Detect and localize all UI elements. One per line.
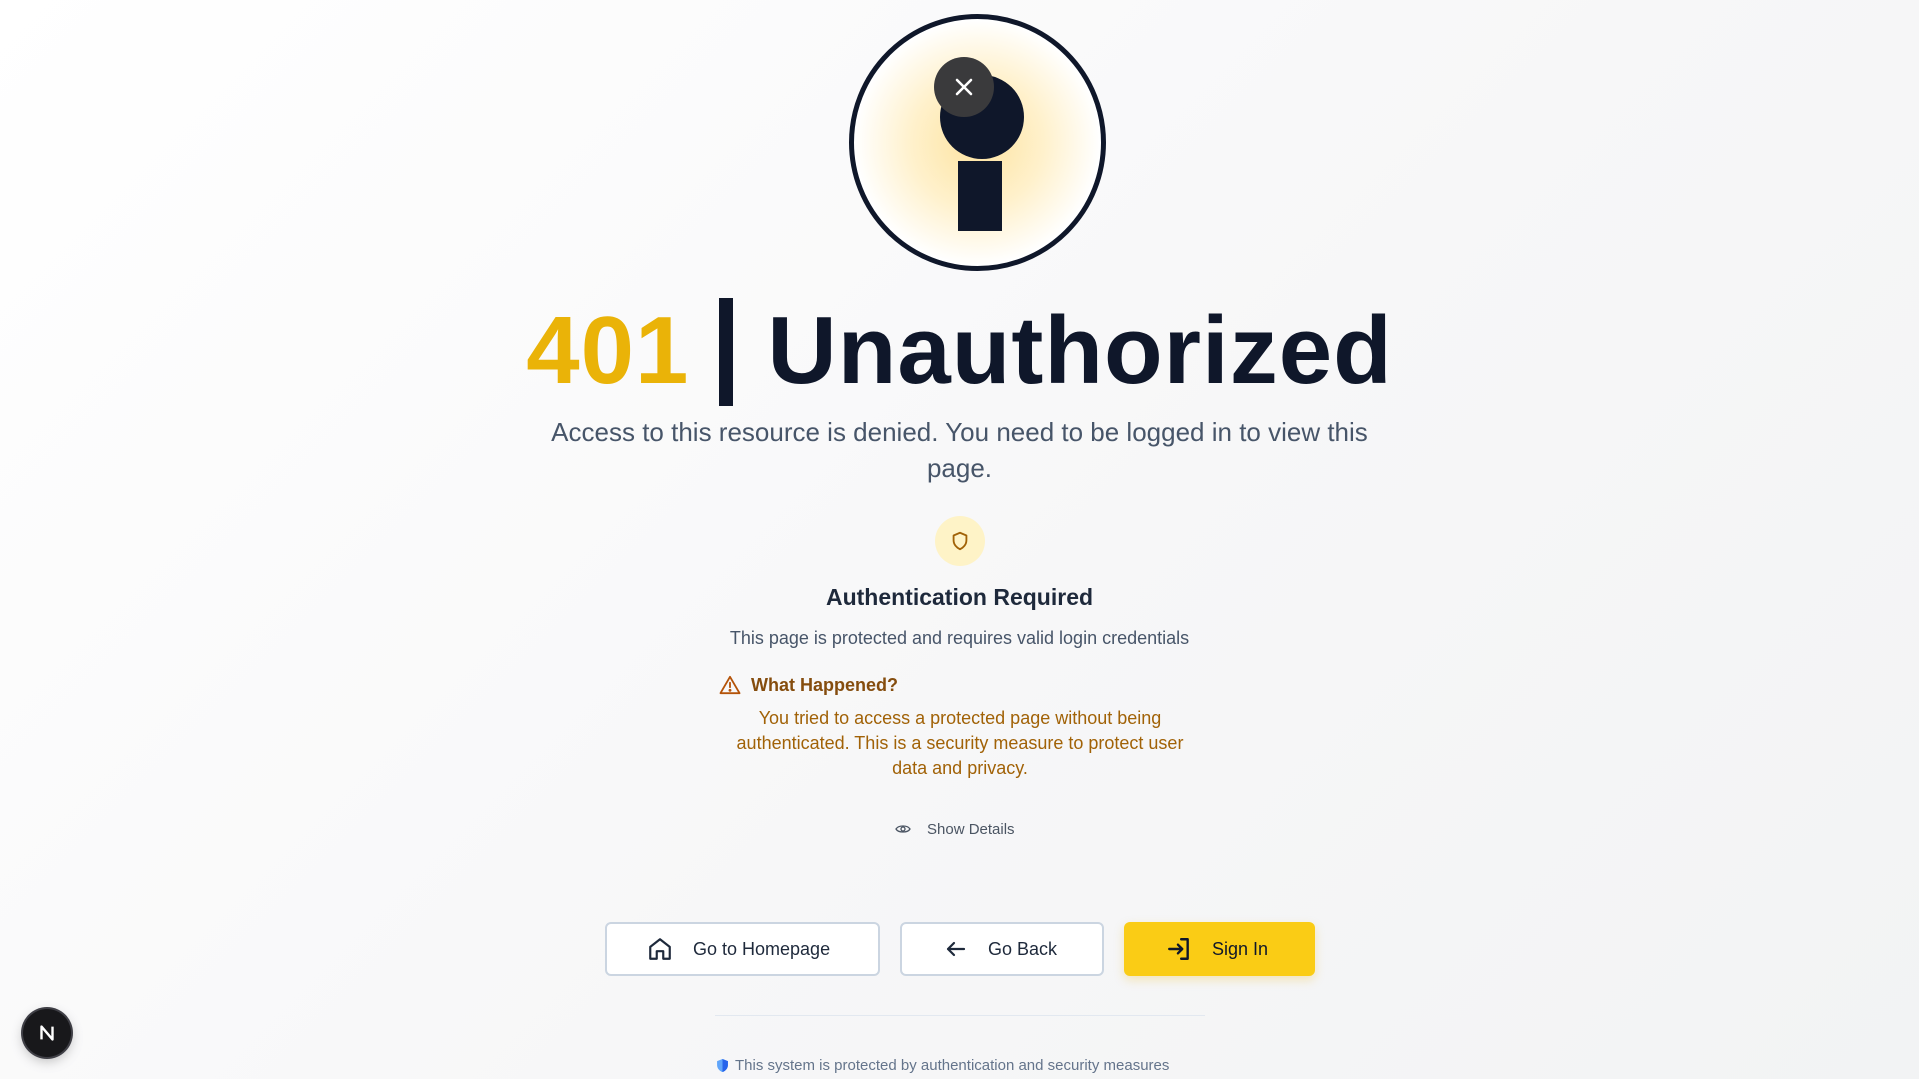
sign-in-button[interactable]: Sign In [1124,922,1315,976]
go-back-label: Go Back [988,938,1058,959]
page-title: 401 Unauthorized [0,296,1919,412]
unauthorized-page: 401 Unauthorized Access to this resource … [0,0,1919,1079]
arrow-left-icon [944,937,968,961]
auth-required-heading: Authentication Required [825,584,1094,610]
nextjs-logo-icon [40,1025,54,1041]
warning-icon [719,675,741,695]
locked-user-illustration [849,14,1106,271]
shield-icon [935,516,985,566]
shield-icon [716,1058,729,1073]
go-to-homepage-label: Go to Homepage [693,938,831,959]
title-separator [719,297,734,406]
nextjs-dev-badge[interactable] [23,1009,71,1057]
go-back-button[interactable]: Go Back [900,922,1104,976]
close-icon [934,57,994,117]
eye-icon [895,823,911,835]
sign-in-icon [1166,936,1192,962]
footer-divider [715,1015,1205,1016]
error-message: Access to this resource is denied. You n… [551,417,1368,483]
what-happened-label: What Happened? [751,674,898,695]
error-code: 401 [526,297,690,404]
sign-in-label: Sign In [1212,938,1269,959]
error-title: Unauthorized [767,297,1393,404]
show-details-toggle[interactable]: Show Details [895,818,1015,840]
show-details-label: Show Details [927,820,1015,838]
auth-required-description: This page is protected and requires vali… [729,628,1190,648]
person-body-shape [958,161,1002,231]
what-happened-heading: What Happened? [719,672,898,698]
go-to-homepage-button[interactable]: Go to Homepage [605,922,880,976]
what-happened-text: You tried to access a protected page wit… [736,708,1184,778]
security-footer-text: This system is protected by authenticati… [735,1057,1170,1074]
home-icon [647,936,673,962]
security-footer: This system is protected by authenticati… [716,1057,1169,1074]
